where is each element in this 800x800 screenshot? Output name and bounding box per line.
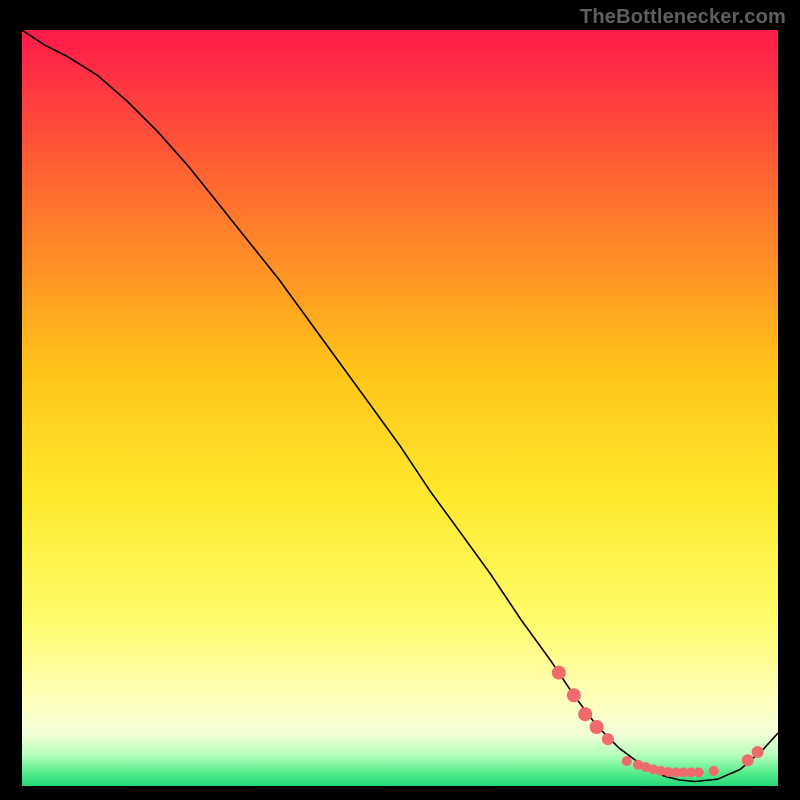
marker-dot (709, 766, 719, 776)
marker-dot (622, 756, 632, 766)
plot-area (22, 30, 778, 786)
marker-dot (694, 767, 704, 777)
gradient-background (22, 30, 778, 786)
marker-dot (590, 720, 604, 734)
chart-svg (22, 30, 778, 786)
chart-container: TheBottlenecker.com (0, 0, 800, 800)
attribution-label: TheBottlenecker.com (580, 6, 786, 29)
marker-dot (578, 707, 592, 721)
marker-dot (742, 754, 754, 766)
marker-dot (567, 688, 581, 702)
marker-dot (552, 666, 566, 680)
marker-dot (752, 746, 764, 758)
marker-dot (602, 733, 614, 745)
